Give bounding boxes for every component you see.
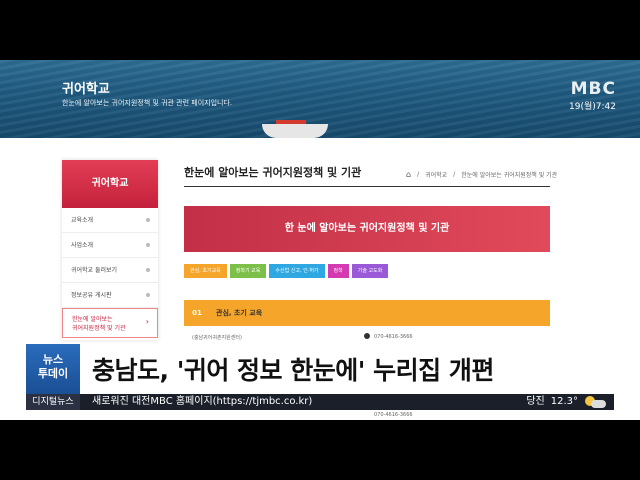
chip-settlement-education[interactable]: 정착기 교육: [229, 264, 267, 278]
fishing-boat: [262, 124, 328, 138]
partly-cloudy-icon: [584, 396, 606, 408]
broadcaster-logo: MBC: [570, 79, 616, 99]
video-frame: 귀어학교 한눈에 알아보는 귀어지원정책 및 귀관 관련 페이지입니다. MBC…: [0, 0, 640, 480]
sidebar-item-board[interactable]: 정보공유 게시판: [62, 283, 158, 308]
sidebar-heading: 귀어학교: [62, 160, 158, 208]
sidebar-item-policy[interactable]: 한눈에 알아보는 귀어지원정책 및 기관 ›: [62, 308, 158, 338]
breadcrumb-item[interactable]: 한눈에 알아보는 귀어지원정책 및 기관: [461, 170, 557, 179]
ticker-tag: 디지털뉴스: [26, 394, 80, 410]
section-header: 01 관심, 초기 교육: [184, 300, 550, 326]
sidebar-item-education[interactable]: 교육소개: [62, 208, 158, 233]
sidebar-item-label: 교육소개: [71, 217, 94, 224]
phone-number[interactable]: 070-4616-3666: [374, 334, 413, 340]
chevron-right-icon: ›: [145, 317, 149, 326]
sidebar-item-label: 사업소개: [71, 242, 94, 249]
dot-icon: [146, 268, 150, 272]
chip-early-education[interactable]: 관심, 초기교육: [184, 264, 227, 278]
chip-permits[interactable]: 수산업 신고, 인·허가: [269, 264, 325, 278]
page-title: 한눈에 알아보는 귀어지원정책 및 기관: [184, 166, 362, 179]
breadcrumb-item[interactable]: 귀어학교: [425, 170, 447, 179]
hero-title: 귀어학교: [62, 82, 110, 97]
hero-subtitle: 한눈에 알아보는 귀어지원정책 및 귀관 관련 페이지입니다.: [62, 99, 233, 107]
weather-temp: 12.3°: [550, 396, 578, 407]
sidebar-item-label: 한눈에 알아보는: [72, 316, 113, 323]
badge-line: 뉴스: [42, 353, 64, 366]
breadcrumb: ⌂ / 귀어학교 / 한눈에 알아보는 귀어지원정책 및 기관: [406, 170, 558, 179]
weather-widget: 당진 12.3°: [526, 394, 614, 410]
badge-line: 투데이: [37, 367, 69, 380]
policy-banner: 한 눈에 알아보는 귀어지원정책 및 기관: [184, 206, 550, 252]
news-headline: 충남도, '귀어 정보 한눈에' 누리집 개편: [92, 356, 494, 385]
dot-icon: [146, 293, 150, 297]
home-icon[interactable]: ⌂: [406, 170, 411, 179]
ticker-text: 새로워진 대전MBC 홈페이지(https://tjmbc.co.kr): [92, 396, 313, 407]
dot-icon: [146, 218, 150, 222]
category-chips: 관심, 초기교육 정착기 교육 수산업 신고, 인·허가 정착 기술 고도화: [184, 264, 389, 278]
weather-city: 당진: [526, 396, 545, 407]
dot-icon: [146, 243, 150, 247]
sidebar-item-label: 귀어지원정책 및 기관: [72, 325, 126, 332]
caption-bar: 뉴스 투데이 충남도, '귀어 정보 한눈에' 누리집 개편: [26, 344, 614, 394]
chip-advanced-tech[interactable]: 기술 고도화: [351, 264, 389, 278]
sidebar-item-business[interactable]: 사업소개: [62, 233, 158, 258]
program-badge: 뉴스 투데이: [26, 344, 80, 394]
org-name: (충남귀어귀촌지원센터): [192, 335, 242, 341]
section-label: 관심, 초기 교육: [216, 309, 263, 317]
phone-icon: [364, 333, 370, 339]
sidebar: 귀어학교 교육소개 사업소개 귀어학교 둘러보기 정보공유 게시판 한눈에 알아…: [62, 160, 158, 340]
news-ticker: 디지털뉴스 새로워진 대전MBC 홈페이지(https://tjmbc.co.k…: [26, 394, 614, 410]
chip-settlement[interactable]: 정착: [327, 264, 349, 278]
title-divider: [184, 186, 550, 187]
broadcast-clock: 19(월)7:42: [569, 102, 616, 112]
sidebar-item-label: 귀어학교 둘러보기: [71, 267, 118, 274]
table-row: 070-4616-3666: [184, 412, 550, 420]
sidebar-item-tour[interactable]: 귀어학교 둘러보기: [62, 258, 158, 283]
section-number: 01: [192, 309, 202, 317]
sidebar-item-label: 정보공유 게시판: [71, 292, 112, 299]
phone-number[interactable]: 070-4616-3666: [374, 412, 413, 418]
